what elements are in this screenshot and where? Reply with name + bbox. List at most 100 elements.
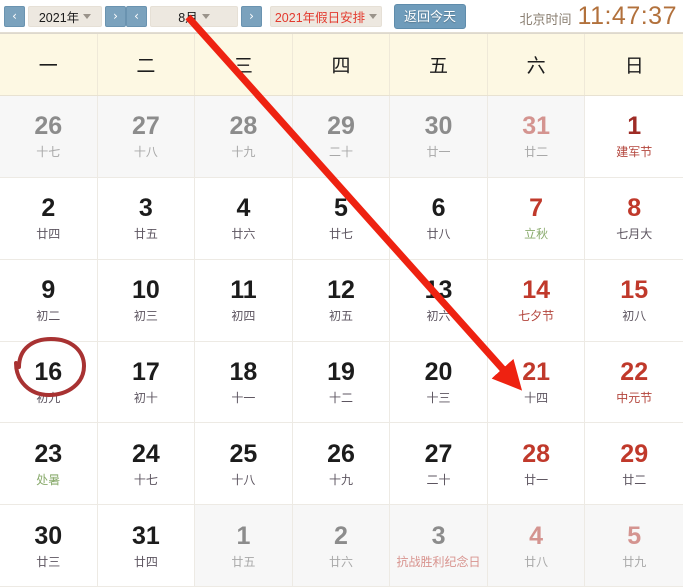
day-number: 10 xyxy=(131,276,160,305)
day-lunar-label: 七月大 xyxy=(616,227,653,242)
prev-month-button[interactable]: ‹ xyxy=(126,5,147,27)
day-number: 3 xyxy=(431,521,446,550)
weekday-header-cell-6: 日 xyxy=(624,56,644,77)
day-lunar-label: 十三 xyxy=(426,390,451,405)
day-cell-26[interactable]: 26 十七 xyxy=(0,96,98,178)
day-cell-3[interactable]: 3 廿五 xyxy=(97,177,196,260)
month-select[interactable]: 8月 xyxy=(150,5,238,27)
day-cell-8[interactable]: 8 七月大 xyxy=(585,177,683,260)
day-cell-29[interactable]: 29 二十 xyxy=(292,96,391,178)
day-cell-25[interactable]: 25 十八 xyxy=(195,423,293,506)
weekday-header-cell-1: 二 xyxy=(98,34,196,95)
day-lunar-label: 十七 xyxy=(133,472,158,487)
back-to-today-button[interactable]: 返回今天 xyxy=(394,3,467,29)
day-cell-2[interactable]: 2 廿六 xyxy=(292,505,391,587)
clock-label: 北京时间 xyxy=(519,11,572,27)
next-month-button[interactable]: › xyxy=(241,5,262,27)
prev-year-button[interactable]: ‹ xyxy=(4,5,25,27)
day-cell-26[interactable]: 26 十九 xyxy=(292,423,391,506)
day-lunar-label: 二十 xyxy=(328,145,353,160)
day-cell-28[interactable]: 28 廿一 xyxy=(487,423,586,506)
day-number: 28 xyxy=(522,439,551,468)
day-number: 29 xyxy=(620,439,649,468)
day-cell-5[interactable]: 5 廿七 xyxy=(292,177,391,260)
day-cell-19[interactable]: 19 十二 xyxy=(292,341,391,424)
day-number: 30 xyxy=(34,521,63,550)
day-cell-18[interactable]: 18 十一 xyxy=(195,341,293,424)
year-select[interactable]: 2021年 xyxy=(28,5,102,27)
day-number: 23 xyxy=(34,439,63,468)
weekday-header-cell-0: 一 xyxy=(0,34,98,95)
day-cell-3[interactable]: 3 抗战胜利纪念日 xyxy=(390,505,488,587)
calendar-grid: 一二三四五六日 26 十七 27 十八 28 十九 29 二十 30 廿一 31 廿二 1 建军节 2 廿四 3… xyxy=(0,33,683,587)
day-lunar-label: 十七 xyxy=(36,145,61,160)
day-cell-15[interactable]: 15 初八 xyxy=(585,259,683,342)
next-year-button[interactable]: › xyxy=(105,5,126,27)
day-number: 1 xyxy=(236,521,251,550)
day-cell-29[interactable]: 29 廿二 xyxy=(585,423,683,506)
day-number: 27 xyxy=(424,439,453,468)
day-cell-6[interactable]: 6 廿八 xyxy=(390,177,488,260)
day-cell-24[interactable]: 24 十七 xyxy=(97,423,196,506)
day-cell-30[interactable]: 30 廿三 xyxy=(0,505,98,587)
day-lunar-label: 初三 xyxy=(133,309,158,324)
day-lunar-label: 初五 xyxy=(328,309,353,324)
week-row: 16 初九 17 初十 18 十一 19 十二 20 十三 21 十四 22 中元节 xyxy=(0,341,683,424)
day-number: 2 xyxy=(41,194,56,223)
day-cell-7[interactable]: 7 立秋 xyxy=(487,177,586,260)
week-row: 2 廿四 3 廿五 4 廿六 5 廿七 6 廿八 7 立秋 8 七月大 xyxy=(0,177,683,260)
day-number: 29 xyxy=(327,112,355,141)
day-cell-1[interactable]: 1 建军节 xyxy=(585,96,683,178)
beijing-clock: 北京时间 11:47:37 xyxy=(520,2,677,31)
day-cell-30[interactable]: 30 廿一 xyxy=(390,96,488,178)
day-cell-27[interactable]: 27 十八 xyxy=(97,96,196,178)
holiday-schedule-select[interactable]: 2021年假日安排 xyxy=(270,5,382,27)
day-lunar-label: 初六 xyxy=(426,309,451,324)
day-number: 14 xyxy=(522,276,551,305)
day-number: 9 xyxy=(41,276,56,305)
day-number: 31 xyxy=(522,112,551,141)
day-cell-12[interactable]: 12 初五 xyxy=(292,259,391,342)
day-number: 25 xyxy=(229,439,258,468)
day-number: 2 xyxy=(334,521,348,550)
day-cell-2[interactable]: 2 廿四 xyxy=(0,177,98,260)
day-number: 6 xyxy=(431,194,446,223)
weekday-header-cell-2: 三 xyxy=(195,34,293,95)
day-cell-16[interactable]: 16 初九 xyxy=(0,341,98,424)
day-lunar-label: 廿四 xyxy=(36,227,61,242)
day-cell-5[interactable]: 5 廿九 xyxy=(585,505,683,587)
day-cell-28[interactable]: 28 十九 xyxy=(195,96,293,178)
year-select-label: 2021年 xyxy=(38,10,80,25)
day-cell-11[interactable]: 11 初四 xyxy=(195,259,293,342)
day-number: 11 xyxy=(230,276,257,305)
day-cell-23[interactable]: 23 处暑 xyxy=(0,423,98,506)
month-select-label: 8月 xyxy=(178,10,198,25)
day-lunar-label: 初八 xyxy=(622,309,647,324)
day-cell-1[interactable]: 1 廿五 xyxy=(195,505,293,587)
day-lunar-label: 十四 xyxy=(524,390,549,405)
day-lunar-label: 廿七 xyxy=(328,227,353,242)
day-lunar-label: 廿二 xyxy=(622,472,647,487)
day-cell-22[interactable]: 22 中元节 xyxy=(585,341,683,424)
day-number: 16 xyxy=(34,357,63,386)
week-row: 30 廿三 31 廿四 1 廿五 2 廿六 3 抗战胜利纪念日 4 廿八 5 廿九 xyxy=(0,505,683,587)
day-cell-4[interactable]: 4 廿六 xyxy=(195,177,293,260)
day-number: 7 xyxy=(529,194,544,223)
day-cell-17[interactable]: 17 初十 xyxy=(97,341,196,424)
day-lunar-label: 初十 xyxy=(133,390,158,405)
day-cell-21[interactable]: 21 十四 xyxy=(487,341,586,424)
day-cell-4[interactable]: 4 廿八 xyxy=(487,505,586,587)
day-cell-20[interactable]: 20 十三 xyxy=(390,341,488,424)
day-lunar-label: 廿四 xyxy=(133,554,158,569)
day-cell-14[interactable]: 14 七夕节 xyxy=(487,259,586,342)
day-lunar-label: 初九 xyxy=(36,390,61,405)
day-cell-10[interactable]: 10 初三 xyxy=(97,259,196,342)
day-cell-31[interactable]: 31 廿二 xyxy=(487,96,586,178)
day-cell-27[interactable]: 27 二十 xyxy=(390,423,488,506)
clock-time: 11:47:37 xyxy=(577,1,677,30)
day-cell-13[interactable]: 13 初六 xyxy=(390,259,488,342)
day-number: 26 xyxy=(327,439,355,468)
day-cell-9[interactable]: 9 初二 xyxy=(0,259,98,342)
day-cell-31[interactable]: 31 廿四 xyxy=(97,505,196,587)
day-lunar-label: 处暑 xyxy=(36,472,61,487)
